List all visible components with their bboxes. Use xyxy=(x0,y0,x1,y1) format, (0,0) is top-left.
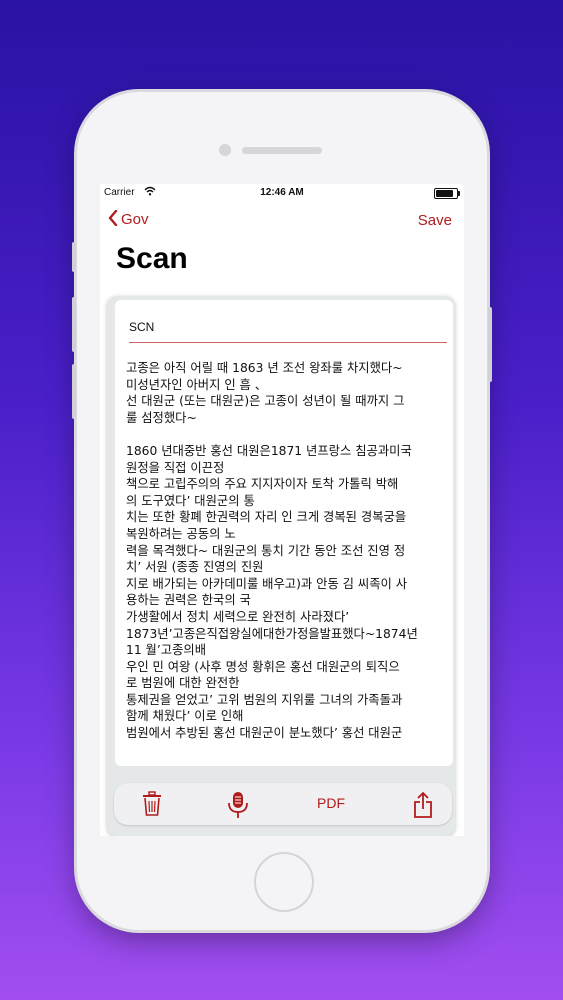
share-icon[interactable] xyxy=(413,791,433,818)
back-button-label: Gov xyxy=(121,211,149,228)
page-title: Scan xyxy=(116,242,188,275)
app-screen: Carrier 12:46 AM Gov Save Scan SCN 고종은 아… xyxy=(100,184,464,836)
volume-up-button xyxy=(72,297,76,352)
power-button xyxy=(488,307,492,382)
document-text-area[interactable]: 고종은 아직 어릴 때 1863 년 조선 왕좌룰 차지했다~ 미성년자인 아버… xyxy=(126,360,446,742)
document-page: SCN 고종은 아직 어릴 때 1863 년 조선 왕좌룰 차지했다~ 미성년자… xyxy=(115,300,453,766)
status-time: 12:46 AM xyxy=(260,187,304,198)
scan-card: SCN 고종은 아직 어릴 때 1863 년 조선 왕좌룰 차지했다~ 미성년자… xyxy=(107,296,455,836)
front-camera xyxy=(219,144,231,156)
navigation-bar: Gov Save xyxy=(100,208,464,234)
save-button[interactable]: Save xyxy=(418,212,452,229)
battery-icon xyxy=(434,188,460,199)
trash-icon[interactable] xyxy=(142,791,162,817)
back-button[interactable]: Gov xyxy=(108,209,149,230)
home-button[interactable] xyxy=(254,852,314,912)
document-title-field[interactable]: SCN xyxy=(129,320,447,343)
mute-switch xyxy=(72,242,76,272)
microphone-icon[interactable] xyxy=(227,791,249,818)
pdf-button[interactable]: PDF xyxy=(317,795,345,821)
volume-down-button xyxy=(72,364,76,419)
chevron-left-icon xyxy=(108,209,118,230)
earpiece-speaker xyxy=(242,147,322,154)
status-bar: Carrier 12:46 AM xyxy=(100,184,464,202)
bottom-toolbar: PDF xyxy=(114,783,452,825)
